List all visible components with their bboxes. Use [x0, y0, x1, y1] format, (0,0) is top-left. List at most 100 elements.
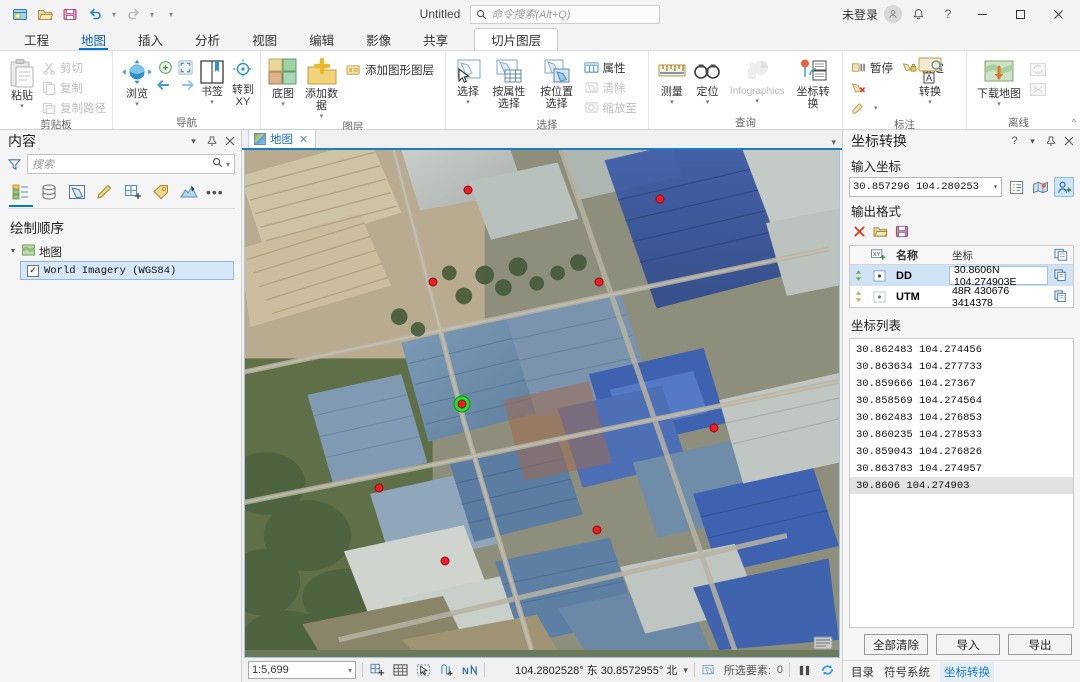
copy-coordinate-icon[interactable]	[1049, 286, 1073, 307]
tree-item-map[interactable]: ▼ 地图	[0, 242, 237, 261]
fixed-zoom-in-icon[interactable]	[157, 59, 174, 76]
view-tab-overflow-icon[interactable]: ▾	[831, 137, 842, 148]
chevron-down-icon[interactable]: ▾	[281, 101, 285, 108]
collapse-ribbon-icon[interactable]: ^	[1072, 117, 1076, 127]
save-formats-icon[interactable]	[895, 225, 909, 241]
zoom-to-selection-button[interactable]: 缩放至	[582, 98, 643, 117]
go-to-xy-button[interactable]: 转到 XY	[228, 55, 258, 109]
output-coordinate-utm[interactable]: 48R 430676 3414378	[948, 285, 1049, 309]
next-extent-icon[interactable]	[177, 77, 196, 93]
ribbon-tab-insert[interactable]: 插入	[122, 28, 179, 50]
download-map-button[interactable]: 下载地图 ▾	[973, 55, 1025, 108]
chevron-down-icon[interactable]: ▾	[226, 160, 230, 169]
pause-labeling-button[interactable]: 暂停	[849, 58, 898, 77]
chevron-down-icon[interactable]: ▾	[928, 99, 932, 106]
ribbon-tab-tile-layer[interactable]: 切片图层	[474, 28, 559, 50]
redo-icon[interactable]	[121, 3, 145, 25]
pin-icon[interactable]	[204, 133, 219, 149]
label-style-button[interactable]: ▾	[849, 98, 898, 117]
ribbon-tab-project[interactable]: 工程	[8, 28, 65, 50]
row-point-toggle-icon[interactable]	[866, 286, 892, 307]
customize-qat-icon[interactable]: ▾	[165, 3, 177, 25]
contents-more-icon[interactable]: •••	[204, 184, 224, 200]
pause-drawing-icon[interactable]	[796, 662, 813, 679]
copy-path-button[interactable]: 复制路径	[40, 98, 111, 117]
list-by-drawing-order-icon[interactable]	[8, 180, 34, 207]
paste-button[interactable]: 粘贴 ▾	[6, 55, 38, 110]
undo-dropdown-icon[interactable]: ▾	[108, 3, 120, 25]
fixed-zoom-out-icon[interactable]	[177, 59, 194, 76]
ribbon-tab-analysis[interactable]: 分析	[179, 28, 236, 50]
chevron-down-icon[interactable]: ▾	[210, 99, 214, 106]
chevron-down-icon[interactable]: ▾	[1025, 133, 1040, 149]
input-coordinate-field[interactable]: 30.857296 104.280253 ▾	[849, 177, 1002, 197]
list-item[interactable]: 30.859043 104.276826	[850, 443, 1073, 460]
chevron-down-icon[interactable]: ▾	[186, 133, 201, 149]
list-by-snapping-icon[interactable]	[120, 180, 146, 204]
bookmarks-button[interactable]: 书签 ▾	[196, 55, 228, 106]
layer-visibility-checkbox[interactable]: ✓	[27, 264, 39, 277]
select-button[interactable]: 选择 ▾	[452, 55, 484, 106]
delete-format-icon[interactable]	[853, 225, 866, 241]
save-project-icon[interactable]	[58, 3, 82, 25]
clear-selection-button[interactable]: 清除	[582, 78, 643, 97]
grid-icon[interactable]	[392, 662, 409, 679]
ribbon-tab-imagery[interactable]: 影像	[350, 28, 407, 50]
infographics-button[interactable]: Infographics ▾	[726, 55, 788, 105]
list-item[interactable]: 30.863783 104.274957	[850, 460, 1073, 477]
add-xy-icon[interactable]: XY	[866, 246, 892, 264]
close-icon[interactable]: ✕	[299, 133, 308, 146]
chevron-down-icon[interactable]: ▾	[135, 101, 139, 108]
add-point-icon[interactable]	[1054, 177, 1074, 197]
close-icon[interactable]	[1061, 133, 1076, 149]
sync-button[interactable]	[1027, 60, 1056, 79]
output-format-row-utm[interactable]: UTM 48R 430676 3414378	[850, 285, 1073, 309]
refresh-icon[interactable]	[819, 662, 836, 679]
list-by-labeling-icon[interactable]	[148, 180, 174, 204]
list-by-editing-icon[interactable]	[92, 180, 118, 204]
add-data-button[interactable]: 添加数据 ▾	[301, 55, 342, 120]
clear-all-button[interactable]: 全部清除	[864, 634, 928, 655]
north-icon[interactable]: N	[461, 662, 478, 679]
chevron-down-icon[interactable]: ▾	[755, 98, 759, 105]
output-coordinate-dd[interactable]: 30.8606N 104.274903E	[949, 264, 1048, 288]
chevron-down-icon[interactable]: ▾	[348, 666, 352, 675]
copy-coordinate-icon[interactable]	[1049, 265, 1073, 286]
row-handle-icon[interactable]	[850, 286, 866, 307]
select-by-attributes-button[interactable]: 按属性选择	[486, 55, 532, 111]
map-marker[interactable]	[655, 194, 665, 204]
select-by-location-button[interactable]: 按位置选择	[534, 55, 580, 111]
list-by-data-source-icon[interactable]	[36, 180, 62, 204]
basemap-button[interactable]: 底图 ▾	[267, 55, 299, 108]
copy-all-icon[interactable]	[1049, 246, 1073, 264]
list-item[interactable]: 30.859666 104.27367	[850, 375, 1073, 392]
list-item[interactable]: 30.860235 104.278533	[850, 426, 1073, 443]
chevron-down-icon[interactable]: ▾	[706, 99, 710, 106]
search-icon[interactable]	[212, 157, 223, 171]
import-button[interactable]: 导入	[936, 634, 1000, 655]
explore-button[interactable]: 浏览 ▾	[119, 55, 155, 108]
map-marker[interactable]	[709, 423, 719, 433]
map-marker[interactable]	[594, 277, 604, 287]
attributes-button[interactable]: 属性	[582, 58, 643, 77]
chevron-down-icon[interactable]: ▾	[997, 101, 1001, 108]
list-item[interactable]: 30.858569 104.274564	[850, 392, 1073, 409]
avatar[interactable]	[884, 5, 902, 23]
maximize-button[interactable]	[1002, 1, 1038, 27]
snap-icon[interactable]	[438, 662, 455, 679]
measure-button[interactable]: 测量 ▾	[655, 55, 689, 106]
tab-catalog[interactable]: 目录	[851, 664, 874, 680]
cut-button[interactable]: 剪切	[40, 58, 111, 77]
add-graphics-layer-button[interactable]: 添加图形图层	[344, 60, 439, 79]
tab-coordinate-conversion[interactable]: 坐标转换	[940, 661, 994, 682]
ribbon-tab-share[interactable]: 共享	[407, 28, 464, 50]
map-marker[interactable]	[428, 277, 438, 287]
map-point-tool-icon[interactable]	[1030, 177, 1050, 197]
list-item-selected[interactable]: 30.8606 104.274903	[850, 477, 1073, 494]
chevron-down-icon[interactable]: ▾	[466, 99, 470, 106]
minimize-button[interactable]	[964, 1, 1000, 27]
output-format-row-dd[interactable]: DD 30.8606N 104.274903E	[850, 264, 1073, 288]
ribbon-tab-map[interactable]: 地图	[65, 28, 122, 50]
coordinate-conversion-button[interactable]: 坐标转换	[790, 55, 836, 111]
copy-button[interactable]: 复制	[40, 78, 111, 97]
